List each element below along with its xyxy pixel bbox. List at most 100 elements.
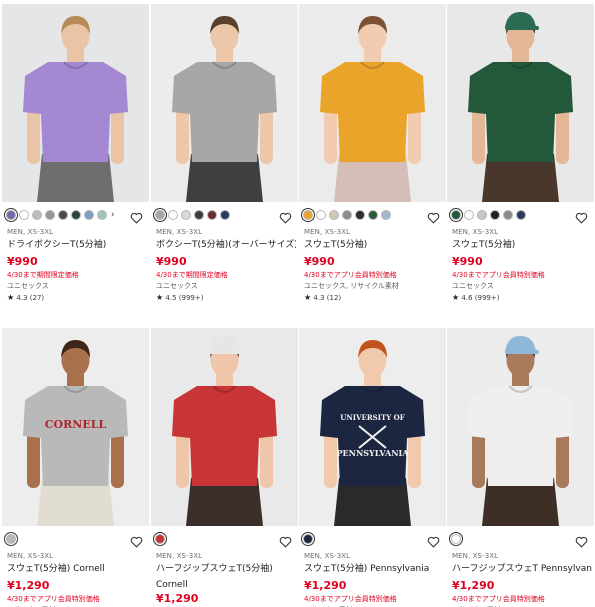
product-info: MEN, XS-3XL スウェT(5分袖) ¥990 4/30までアプリ会員特別価格ユ… xyxy=(452,227,592,303)
product-name[interactable]: ボクシーT(5分袖)(オーバーサイズ) xyxy=(156,238,296,255)
product-rating: ★ 4.3 (12) xyxy=(304,292,444,303)
product-sizes: MEN, XS-3XL xyxy=(7,552,54,560)
color-swatch[interactable] xyxy=(4,532,18,546)
product-sizes: MEN, XS-3XL xyxy=(156,228,203,236)
rating-value: 4.3 xyxy=(16,294,28,302)
color-swatch[interactable] xyxy=(84,210,94,220)
product-tags: ユニセックス xyxy=(452,282,494,290)
product-photo[interactable] xyxy=(447,4,594,202)
product-image[interactable]: CORNELL xyxy=(2,328,149,526)
product-image[interactable] xyxy=(2,4,149,202)
color-swatch[interactable] xyxy=(449,208,463,222)
color-swatch[interactable] xyxy=(449,532,463,546)
star-icon: ★ xyxy=(452,293,460,302)
color-swatch[interactable] xyxy=(32,210,42,220)
color-swatch[interactable] xyxy=(153,208,167,222)
color-swatch[interactable] xyxy=(490,210,500,220)
color-swatch[interactable] xyxy=(516,210,526,220)
color-swatch[interactable] xyxy=(329,210,339,220)
favorite-heart-icon[interactable] xyxy=(279,209,292,224)
color-swatch[interactable] xyxy=(58,210,68,220)
product-photo[interactable] xyxy=(299,4,446,202)
product-photo[interactable] xyxy=(151,328,298,526)
product-photo[interactable]: UNIVERSITY OF PENNSYLVANIA xyxy=(299,328,446,526)
star-icon: ★ xyxy=(304,293,312,302)
product-card[interactable]: › MEN, XS-3XL ドライボクシーT(5分袖) ¥990 4/30まで期間限定価… xyxy=(2,4,149,302)
color-swatch[interactable] xyxy=(301,532,315,546)
product-price: ¥1,290 xyxy=(452,579,495,592)
color-swatch[interactable] xyxy=(97,210,107,220)
promo-text: 4/30まで期間限定価格 xyxy=(7,271,79,279)
rating-count: (999+) xyxy=(474,294,500,302)
product-price: ¥1,290 xyxy=(7,579,50,592)
color-swatches: › xyxy=(4,208,115,222)
product-name[interactable]: スウェT(5分袖) xyxy=(304,238,444,255)
product-name[interactable]: スウェT(5分袖) Pennsylvania xyxy=(304,562,444,579)
product-name[interactable]: ハーフジップスウェT Pennsylvania xyxy=(452,562,592,579)
color-swatch[interactable] xyxy=(316,210,326,220)
color-swatch[interactable] xyxy=(503,210,513,220)
product-image[interactable] xyxy=(299,4,446,202)
product-photo[interactable] xyxy=(151,4,298,202)
product-image[interactable] xyxy=(447,328,594,526)
product-photo[interactable] xyxy=(2,4,149,202)
color-swatch[interactable] xyxy=(355,210,365,220)
product-rating: ★ 4.6 (999+) xyxy=(452,292,592,303)
product-card[interactable]: MEN, XS-3XL スウェT(5分袖) ¥990 4/30までアプリ会員特別価格ユ… xyxy=(447,4,594,302)
color-swatches xyxy=(4,532,18,546)
favorite-heart-icon[interactable] xyxy=(427,533,440,548)
product-info: MEN, XS-3XL ボクシーT(5分袖)(オーバーサイズ) ¥990 4/30まで… xyxy=(156,227,296,303)
color-swatch[interactable] xyxy=(168,210,178,220)
product-name[interactable]: スウェT(5分袖) Cornell xyxy=(7,562,147,579)
product-card[interactable]: MEN, XS-3XL ボクシーT(5分袖)(オーバーサイズ) ¥990 4/30まで… xyxy=(151,4,298,302)
more-colors-icon[interactable]: › xyxy=(111,210,115,220)
promo-text: 4/30までアプリ会員特別価格 xyxy=(304,271,397,279)
color-swatch[interactable] xyxy=(153,532,167,546)
favorite-heart-icon[interactable] xyxy=(279,533,292,548)
promo-text: 4/30までアプリ会員特別価格 xyxy=(304,595,397,603)
product-card[interactable]: MEN, XS-3XLハーフジップスウェT(5分袖)Cornell¥1,2904… xyxy=(151,328,298,607)
product-name[interactable]: ドライボクシーT(5分袖) xyxy=(7,238,147,255)
color-swatch[interactable] xyxy=(368,210,378,220)
product-name[interactable]: スウェT(5分袖) xyxy=(452,238,592,255)
favorite-heart-icon[interactable] xyxy=(575,533,588,548)
product-image[interactable]: UNIVERSITY OF PENNSYLVANIA xyxy=(299,328,446,526)
color-swatch[interactable] xyxy=(381,210,391,220)
product-image[interactable] xyxy=(151,328,298,526)
product-price: ¥1,290 xyxy=(304,579,347,592)
color-swatch[interactable] xyxy=(4,208,18,222)
color-swatch[interactable] xyxy=(301,208,315,222)
favorite-heart-icon[interactable] xyxy=(575,209,588,224)
product-image[interactable] xyxy=(447,4,594,202)
product-card[interactable]: CORNELL MEN, XS-3XL スウェT(5分袖) Cornell ¥1,29… xyxy=(2,328,149,607)
product-info: MEN, XS-3XL ドライボクシーT(5分袖) ¥990 4/30まで期間限定価格… xyxy=(7,227,147,303)
product-photo[interactable]: CORNELL xyxy=(2,328,149,526)
favorite-heart-icon[interactable] xyxy=(427,209,440,224)
product-name[interactable]: ハーフジップスウェT(5分袖) xyxy=(156,562,296,579)
color-swatch[interactable] xyxy=(464,210,474,220)
color-swatch[interactable] xyxy=(342,210,352,220)
product-info: MEN, XS-3XLハーフジップスウェT(5分袖)Cornell¥1,2904… xyxy=(156,551,296,607)
color-swatch[interactable] xyxy=(207,210,217,220)
color-swatch[interactable] xyxy=(71,210,81,220)
color-swatch[interactable] xyxy=(477,210,487,220)
favorite-heart-icon[interactable] xyxy=(130,533,143,548)
color-swatch[interactable] xyxy=(194,210,204,220)
rating-value: 4.3 xyxy=(313,294,325,302)
product-photo[interactable] xyxy=(447,328,594,526)
product-tags: ユニセックス xyxy=(7,282,49,290)
product-grid: › MEN, XS-3XL ドライボクシーT(5分袖) ¥990 4/30まで期間限定価… xyxy=(0,0,595,607)
product-name-line2[interactable]: Cornell xyxy=(156,579,296,592)
product-card[interactable]: UNIVERSITY OF PENNSYLVANIA MEN, XS-3XL スウェT… xyxy=(299,328,446,607)
product-image[interactable] xyxy=(151,4,298,202)
color-swatch[interactable] xyxy=(19,210,29,220)
color-swatch[interactable] xyxy=(181,210,191,220)
product-sizes: MEN, XS-3XL xyxy=(7,228,54,236)
color-swatch[interactable] xyxy=(220,210,230,220)
product-rating: ★ 4.5 (999+) xyxy=(156,292,296,303)
product-card[interactable]: MEN, XS-3XL スウェT(5分袖) ¥990 4/30までアプリ会員特別価格ユ… xyxy=(299,4,446,302)
product-sizes: MEN, XS-3XL xyxy=(304,552,351,560)
product-card[interactable]: MEN, XS-3XL ハーフジップスウェT Pennsylvania ¥1,290… xyxy=(447,328,594,607)
favorite-heart-icon[interactable] xyxy=(130,209,143,224)
color-swatch[interactable] xyxy=(45,210,55,220)
